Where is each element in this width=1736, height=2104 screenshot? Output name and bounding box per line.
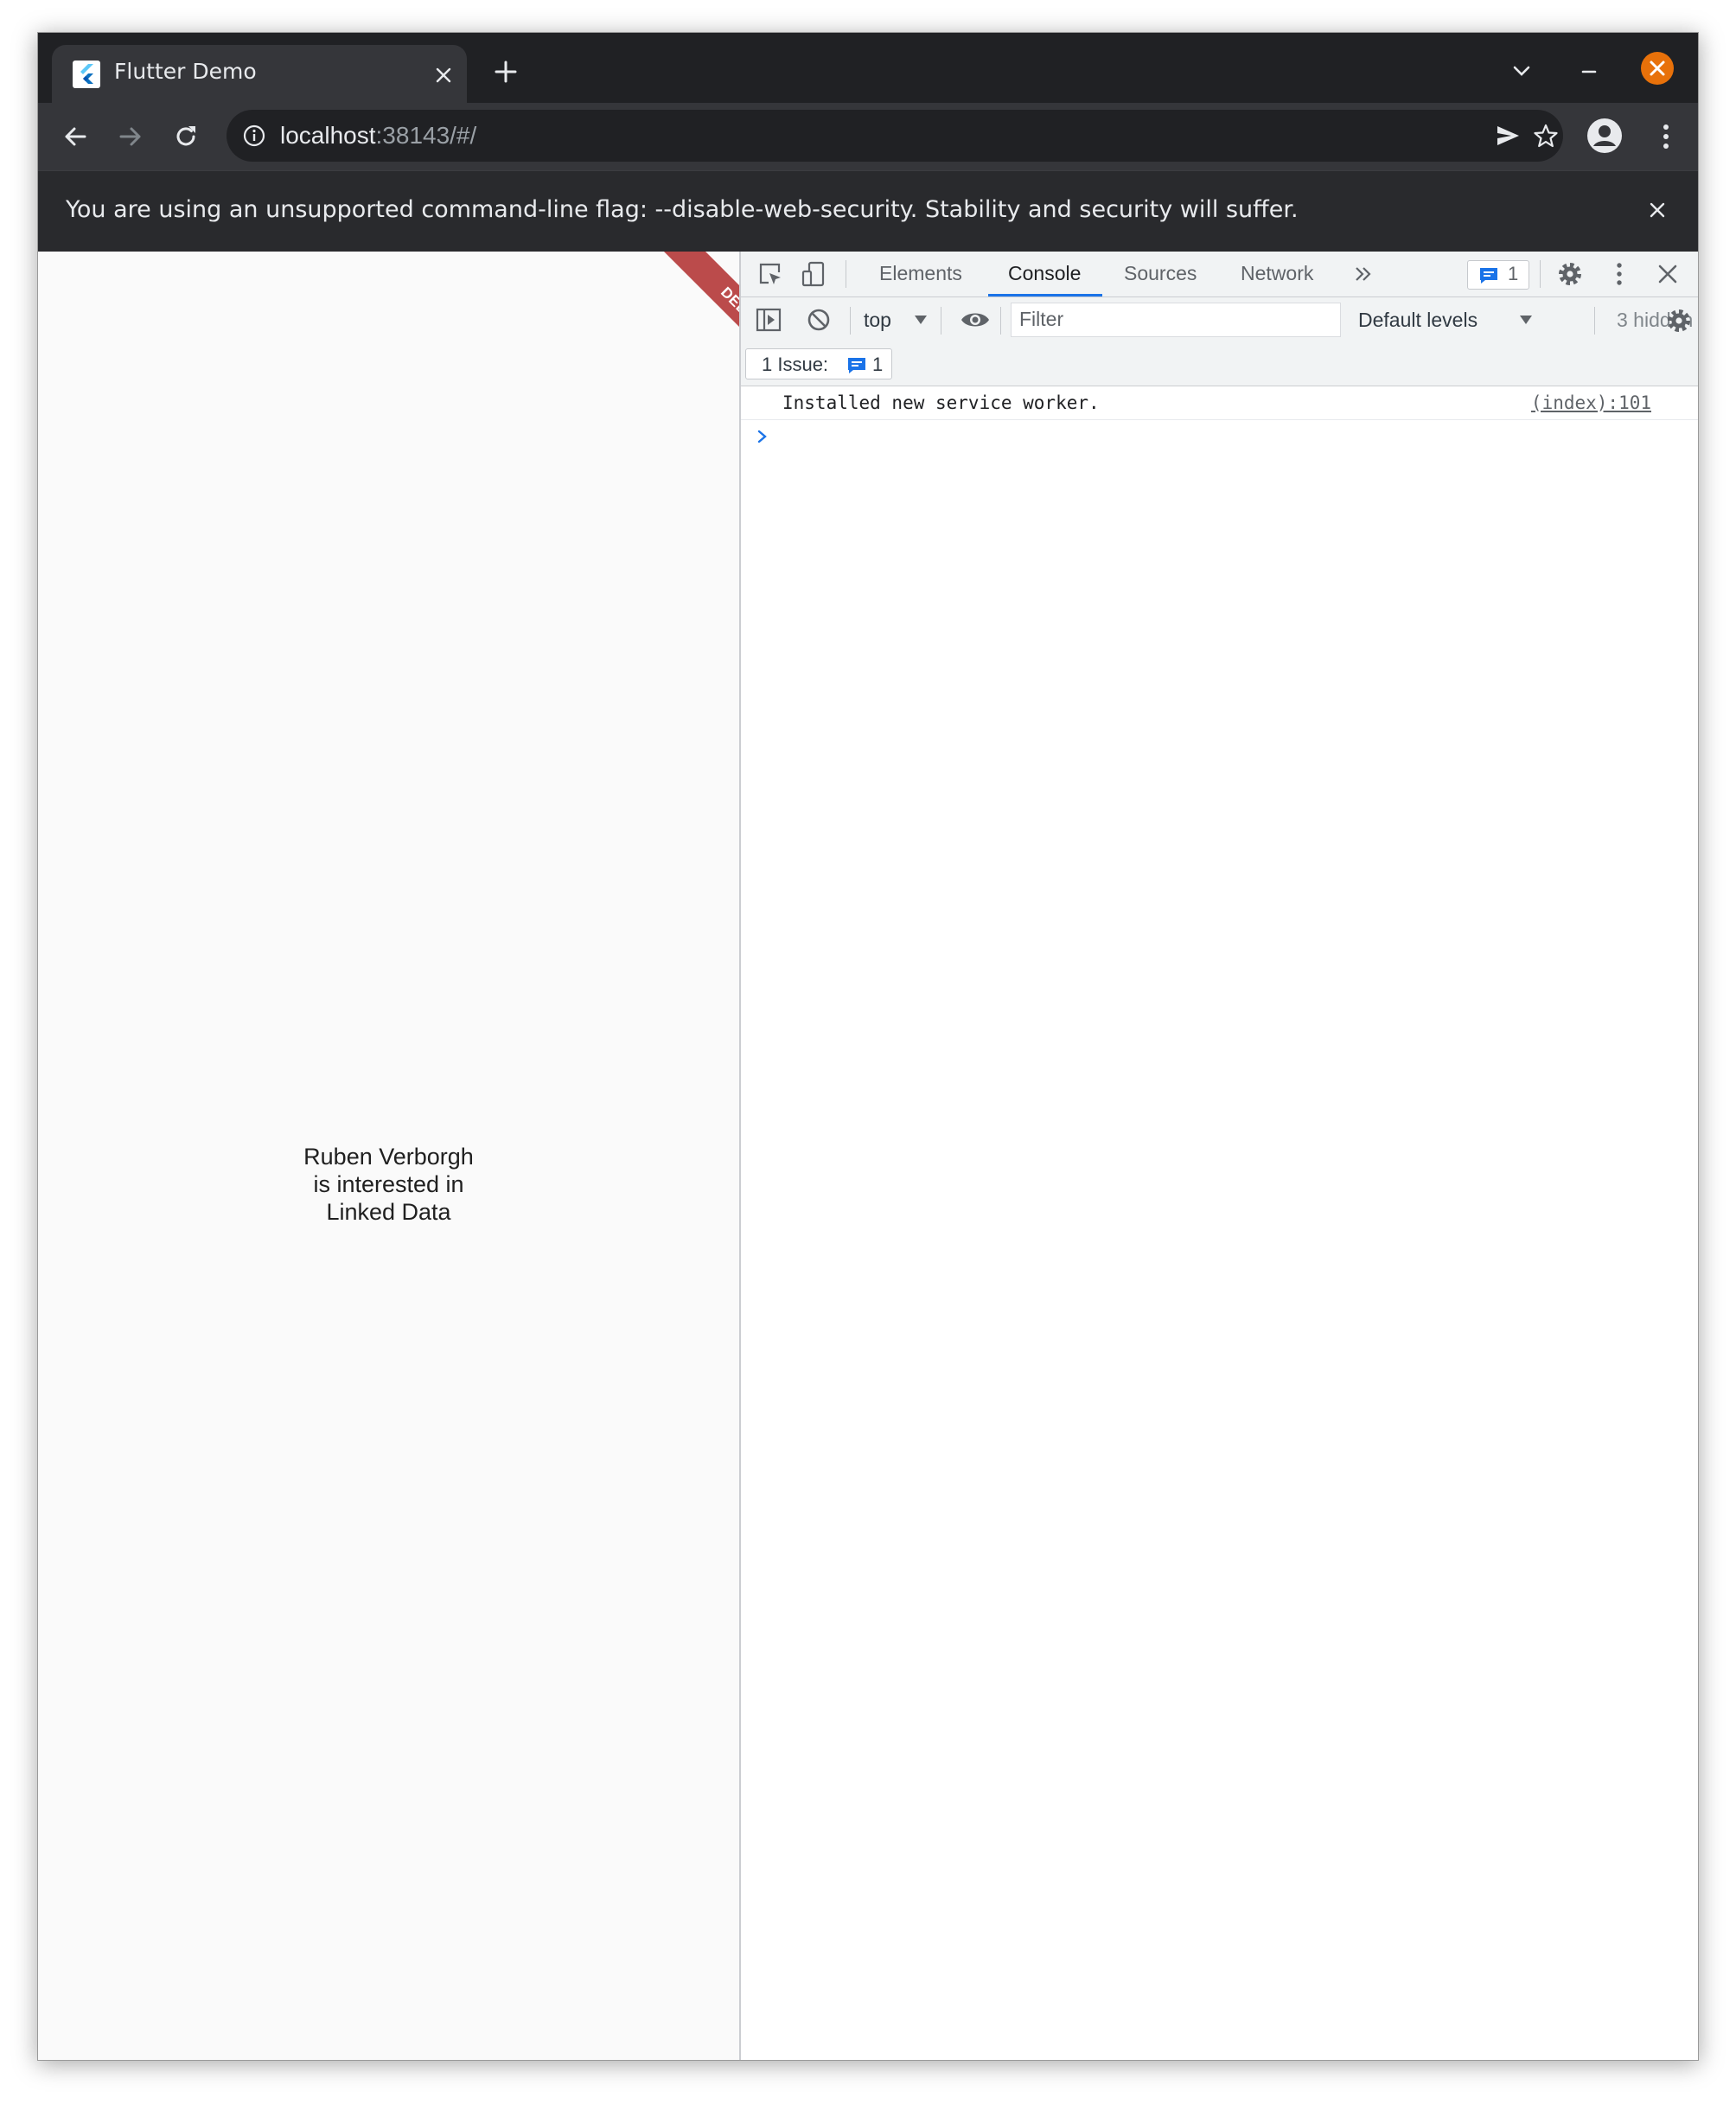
tab-title: Flutter Demo [114, 59, 257, 84]
settings-gear-icon[interactable] [1555, 259, 1585, 289]
flutter-page: DEBUG Ruben Verborgh is interested in Li… [38, 252, 739, 2060]
toolbar-separator [1000, 307, 1001, 335]
console-settings-gear-icon[interactable] [1664, 306, 1694, 335]
close-devtools-icon[interactable] [1656, 262, 1680, 286]
infobar-message: You are using an unsupported command-lin… [66, 196, 1299, 223]
devtools-tab-bar: Elements Console Sources Network 1 [741, 252, 1698, 297]
chrome-menu-icon[interactable] [1650, 120, 1682, 153]
browser-toolbar: localhost:38143/#/ [38, 103, 1698, 170]
flutter-favicon-icon [73, 61, 100, 88]
dropdown-triangle-icon [914, 313, 928, 325]
url-text[interactable]: localhost:38143/#/ [280, 122, 476, 150]
inspect-element-icon[interactable] [756, 260, 784, 288]
url-path: :38143/#/ [375, 122, 477, 149]
tab-search-chevron-icon[interactable] [1509, 59, 1534, 83]
text-line: Ruben Verborgh [303, 1144, 474, 1170]
tab-sources[interactable]: Sources [1124, 262, 1197, 285]
dropdown-triangle-icon [1519, 313, 1533, 325]
url-host: localhost [280, 122, 376, 149]
filter-input[interactable] [1012, 303, 1338, 335]
profile-avatar-icon[interactable] [1586, 117, 1624, 155]
text-line: Linked Data [326, 1199, 451, 1225]
context-label: top [864, 309, 891, 331]
browser-window: Flutter Demo localhost:38143/#/ You are … [37, 32, 1699, 2061]
issues-bar: 1 Issue: 1 [741, 344, 1698, 386]
tab-console[interactable]: Console [1008, 262, 1081, 285]
page-text: Ruben Verborgh is interested in Linked D… [38, 1143, 739, 1226]
tab-close-icon[interactable] [432, 64, 455, 86]
bookmark-star-icon[interactable] [1532, 122, 1560, 150]
toolbar-separator [1594, 307, 1595, 335]
device-toolbar-icon[interactable] [800, 260, 827, 288]
toolbar-separator [850, 307, 851, 335]
devtools-panel: Elements Console Sources Network 1 top F… [739, 252, 1698, 2060]
devtools-menu-icon[interactable] [1605, 260, 1633, 288]
tab-network[interactable]: Network [1241, 262, 1313, 285]
clear-console-icon[interactable] [805, 306, 833, 334]
issues-label: 1 Issue: [762, 354, 829, 375]
live-expression-eye-icon[interactable] [960, 307, 991, 333]
console-filter-box [1011, 303, 1341, 337]
console-message-text: Installed new service worker. [782, 392, 1100, 413]
levels-label: Default levels [1358, 309, 1478, 331]
tab-elements[interactable]: Elements [879, 262, 962, 285]
new-tab-icon[interactable] [491, 57, 520, 86]
sidebar-toggle-icon[interactable] [755, 306, 782, 334]
window-close-icon[interactable] [1640, 51, 1675, 86]
infobar-close-icon[interactable] [1646, 199, 1669, 221]
debug-banner: DEBUG [661, 252, 739, 391]
reload-icon[interactable] [169, 120, 202, 153]
address-bar[interactable]: localhost:38143/#/ [227, 110, 1563, 162]
site-info-icon[interactable] [242, 124, 266, 148]
warning-infobar: You are using an unsupported command-lin… [38, 170, 1698, 252]
console-toolbar: top Default levels 3 hidden [741, 297, 1698, 344]
back-arrow-icon[interactable] [59, 120, 92, 153]
toolbar-separator [1540, 260, 1541, 288]
text-line: is interested in [313, 1171, 464, 1197]
message-icon [1478, 266, 1499, 285]
issues-button[interactable]: 1 Issue: 1 [745, 348, 892, 379]
forward-arrow-icon[interactable] [114, 120, 147, 153]
message-icon [846, 356, 867, 375]
issue-count: 1 [1508, 263, 1519, 284]
prompt-chevron-icon [755, 428, 770, 445]
issues-count: 1 [872, 354, 884, 375]
more-tabs-chevron-icon[interactable] [1353, 264, 1374, 284]
minimize-icon[interactable] [1577, 59, 1601, 83]
browser-tab[interactable]: Flutter Demo [52, 45, 467, 103]
send-icon[interactable] [1494, 122, 1522, 150]
console-source-link[interactable]: (index):101 [1531, 392, 1651, 413]
active-tab-indicator [988, 294, 1102, 296]
console-message-row: Installed new service worker. (index):10… [741, 386, 1698, 420]
console-prompt[interactable] [741, 421, 1698, 452]
tab-strip: Flutter Demo [38, 33, 1698, 103]
issues-counter-button[interactable]: 1 [1467, 260, 1529, 290]
